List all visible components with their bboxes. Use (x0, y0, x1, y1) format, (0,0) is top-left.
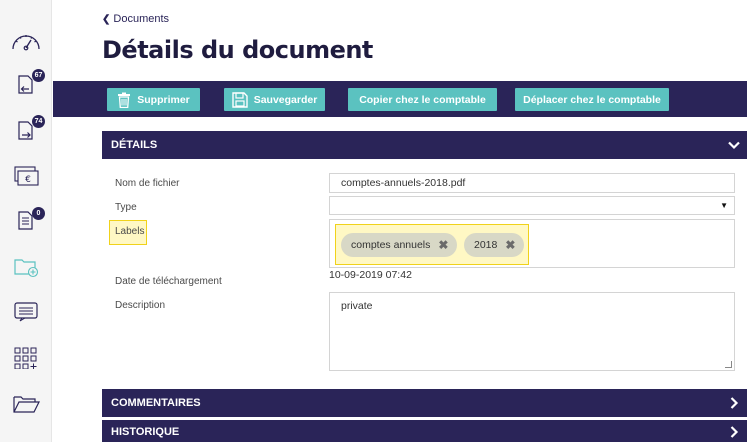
description-textarea[interactable]: private (329, 292, 735, 371)
history-panel-header[interactable]: HISTORIQUE (102, 420, 747, 442)
move-to-accountant-button[interactable]: Déplacer chez le comptable (515, 88, 669, 111)
delete-button[interactable]: Supprimer (107, 88, 200, 111)
chevron-right-icon (730, 397, 739, 409)
folder-open-icon (13, 396, 40, 413)
remove-tag-icon[interactable]: ✖ (438, 238, 448, 252)
save-button[interactable]: Sauvegarder (224, 88, 325, 111)
grid-add-icon (14, 347, 37, 369)
sidebar-item-folders[interactable] (6, 387, 46, 421)
upload-date-label: Date de téléchargement (115, 276, 222, 287)
main-content: ❮ Documents Détails du document Supprime… (53, 0, 747, 442)
description-label: Description (115, 300, 166, 311)
copy-label: Copier chez le comptable (359, 93, 486, 106)
comments-panel-header[interactable]: COMMENTAIRES (102, 389, 747, 417)
invoice-euro-icon: € (14, 166, 39, 186)
history-header-label: HISTORIQUE (111, 426, 180, 438)
remove-tag-icon[interactable]: ✖ (505, 238, 515, 252)
speedometer-icon (12, 35, 40, 51)
save-label: Sauvegarder (253, 93, 318, 106)
copy-to-accountant-button[interactable]: Copier chez le comptable (348, 88, 497, 111)
page: 67 74 € 0 ❮ Documents Détails du documen… (0, 0, 747, 442)
message-icon (14, 302, 38, 322)
breadcrumb-documents[interactable]: ❮ Documents (102, 13, 169, 25)
sidebar-item-invoices[interactable]: € (6, 158, 46, 192)
chevron-left-icon: ❮ (102, 13, 111, 25)
page-title: Détails du document (102, 36, 373, 64)
label-tag-text: 2018 (474, 239, 498, 251)
label-tag: comptes annuels ✖ (341, 233, 458, 257)
upload-date-value: 10-09-2019 07:42 (329, 269, 412, 281)
folder-add-icon (14, 259, 39, 278)
inbox-in-badge: 67 (32, 69, 45, 82)
trash-icon (118, 92, 131, 108)
description-value: private (341, 300, 373, 312)
delete-label: Supprimer (137, 93, 190, 106)
type-label: Type (115, 202, 137, 213)
move-label: Déplacer chez le comptable (523, 93, 661, 106)
chevron-down-icon (728, 141, 740, 150)
label-tag: 2018 ✖ (464, 233, 525, 257)
breadcrumb-label: Documents (113, 13, 170, 25)
resize-handle-icon[interactable] (725, 361, 732, 368)
inbox-out-badge: 74 (32, 115, 45, 128)
filename-label: Nom de fichier (115, 178, 180, 189)
action-toolbar: Supprimer Sauvegarder Copier chez le com… (53, 81, 747, 117)
dropdown-arrow-icon: ▼ (720, 201, 728, 210)
sidebar-item-inbox-out[interactable]: 74 (6, 113, 46, 147)
details-header-label: DÉTAILS (111, 139, 158, 151)
sidebar-item-apps[interactable] (6, 340, 46, 374)
sidebar-item-dashboard[interactable] (6, 24, 46, 58)
filename-input[interactable]: comptes-annuels-2018.pdf (329, 173, 735, 193)
type-select[interactable]: ▼ (329, 196, 735, 215)
svg-text:€: € (25, 175, 31, 185)
filename-value: comptes-annuels-2018.pdf (341, 177, 466, 189)
labels-label: Labels (115, 226, 145, 237)
sidebar: 67 74 € 0 (0, 0, 52, 442)
chevron-right-icon (730, 426, 739, 438)
sidebar-item-folder-add[interactable] (6, 249, 46, 283)
sidebar-item-documents[interactable]: 0 (6, 203, 46, 237)
documents-badge: 0 (32, 207, 45, 220)
comments-header-label: COMMENTAIRES (111, 397, 201, 409)
details-panel-header[interactable]: DÉTAILS (102, 131, 747, 159)
sidebar-item-messages[interactable] (6, 294, 46, 328)
floppy-disk-icon (231, 91, 248, 108)
label-tag-text: comptes annuels (351, 239, 431, 251)
sidebar-item-inbox-in[interactable]: 67 (6, 67, 46, 101)
